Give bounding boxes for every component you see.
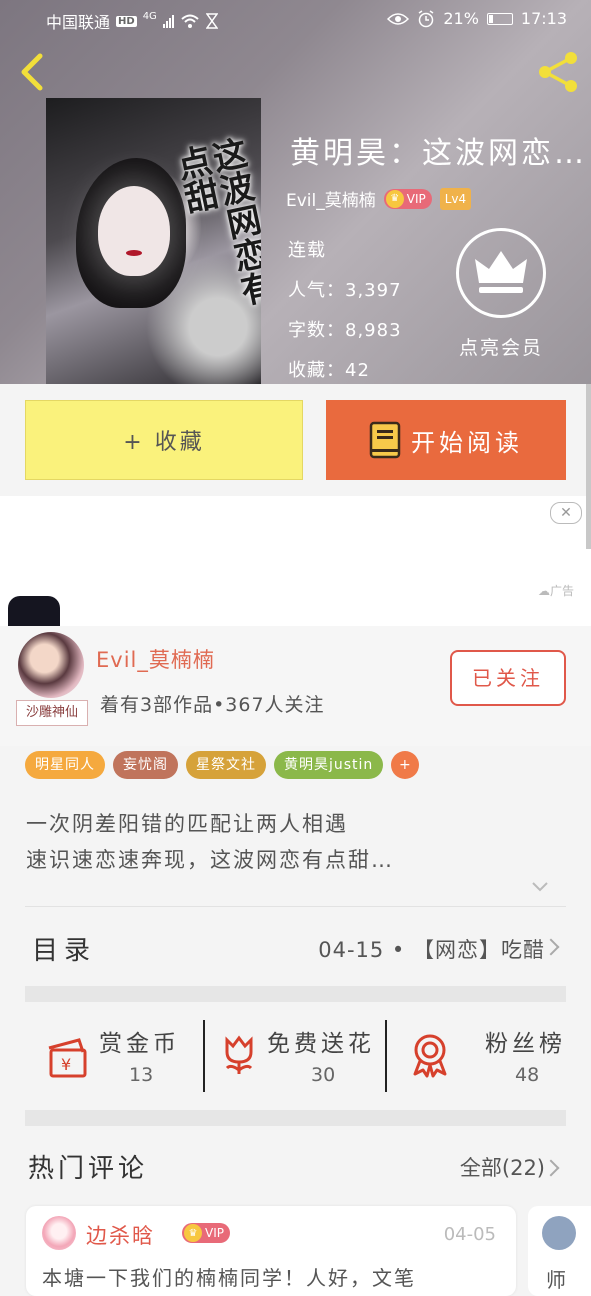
comment-card[interactable]: 边杀晗 ♛ VIP 04-05 本塘一下我们的楠楠同学！人好，文笔 (26, 1206, 516, 1296)
status-bar: 中国联通 HD 4G 21% 17:13 (0, 0, 591, 40)
stat-divider (203, 1020, 205, 1092)
chevron-right-icon (542, 1159, 560, 1177)
tag-list: 明星同人 妄忧阁 星祭文社 黄明昊justin + (25, 751, 420, 779)
author-card: 沙雕神仙 Evil_莫楠楠 着有3部作品•367人关注 已关注 (0, 626, 591, 746)
stat-label: 粉丝榜 (485, 1031, 566, 1057)
member-button[interactable] (456, 228, 546, 318)
book-icon (369, 421, 401, 459)
medal-icon (413, 1034, 447, 1078)
cover-figure-face (98, 186, 170, 276)
author-avatar-tag: 沙雕神仙 (16, 700, 88, 726)
commenter-name[interactable]: 边杀晗 (86, 1220, 155, 1250)
send-flowers-stat[interactable]: 免费送花 30 (207, 1018, 385, 1094)
toc-latest-chapter: 04-15 • 【网恋】吃醋 (318, 938, 545, 962)
stats-row: ¥ 赏金币 13 免费送花 30 粉丝榜 48 (25, 1018, 566, 1094)
vip-badge: ♛ VIP (383, 188, 432, 209)
scrollbar[interactable] (586, 384, 591, 549)
description-line: 速识速恋速奔现，这波网恋有点甜… (26, 848, 394, 872)
author-avatar[interactable] (18, 632, 84, 698)
toc-title: 目录 (32, 936, 97, 966)
tag-item[interactable]: 明星同人 (25, 751, 105, 779)
crown-icon: ♛ (385, 189, 404, 208)
section-separator (25, 986, 566, 1002)
alarm-icon (418, 9, 434, 27)
author-stats: 着有3部作品•367人关注 (100, 694, 325, 716)
chevron-right-icon (542, 938, 560, 956)
add-tag-button[interactable]: + (391, 751, 420, 779)
stat-label: 免费送花 (267, 1031, 375, 1057)
comment-text: 师 (546, 1268, 566, 1292)
divider (25, 906, 566, 907)
book-popularity: 人气：3,397 (288, 280, 402, 301)
battery-icon (486, 12, 513, 25)
stat-value: 30 (311, 1064, 336, 1086)
author-name[interactable]: Evil_莫楠楠 (286, 186, 376, 211)
description-line: 一次阴差阳错的匹配让两人相遇 (26, 812, 348, 836)
book-description: 一次阴差阳错的匹配让两人相遇 速识速恋速奔现，这波网恋有点甜… (26, 806, 566, 878)
book-word-count: 字数：8,983 (288, 320, 402, 341)
stat-value: 13 (129, 1064, 154, 1086)
back-button[interactable] (14, 52, 50, 92)
fan-ranking-stat[interactable]: 粉丝榜 48 (389, 1018, 566, 1094)
book-cover[interactable]: 这波网恋有点甜 (46, 98, 261, 384)
network-label: 4G (142, 10, 157, 22)
flower-icon (225, 1035, 253, 1074)
battery-percent: 21% (443, 9, 479, 28)
cover-figure-lips (126, 250, 142, 256)
comment-date: 04-05 (443, 1224, 496, 1245)
gift-card-icon: ¥ (48, 1038, 87, 1078)
ad-close-button[interactable]: ✕ (550, 502, 582, 524)
commenter-avatar[interactable] (542, 1216, 576, 1250)
book-status: 连载 (288, 240, 326, 261)
crown-icon: ♛ (184, 1224, 202, 1242)
wifi-icon (181, 14, 199, 28)
hd-badge: HD (116, 15, 137, 27)
book-favorites: 收藏：42 (288, 360, 370, 381)
carrier-label: 中国联通 (46, 13, 111, 32)
section-separator (25, 1110, 566, 1126)
svg-text:¥: ¥ (61, 1055, 71, 1074)
comment-card[interactable]: 师 (528, 1206, 591, 1296)
table-of-contents-row[interactable]: 目录 04-15 • 【网恋】吃醋 (0, 908, 591, 986)
tag-item[interactable]: 星祭文社 (186, 751, 266, 779)
member-label[interactable]: 点亮会员 (459, 333, 543, 360)
ad-label: ☁广告 (538, 584, 575, 598)
author-card-name[interactable]: Evil_莫楠楠 (96, 644, 215, 674)
tag-item[interactable]: 黄明昊justin (274, 751, 384, 779)
comment-text: 本塘一下我们的楠楠同学！人好，文笔 (42, 1266, 416, 1290)
stat-divider (385, 1020, 387, 1092)
ad-app-icon[interactable] (8, 596, 60, 626)
share-button[interactable] (537, 50, 581, 94)
crown-icon (475, 251, 527, 293)
clock: 17:13 (520, 9, 567, 28)
add-favorite-button[interactable]: + 收藏 (25, 400, 303, 480)
chevron-down-icon[interactable] (530, 876, 550, 896)
stat-value: 48 (515, 1064, 540, 1086)
hot-comments-title: 热门评论 (28, 1154, 149, 1184)
hourglass-icon (205, 13, 218, 29)
follow-button[interactable]: 已关注 (450, 650, 566, 706)
commenter-avatar[interactable] (42, 1216, 76, 1250)
signal-icon (162, 14, 174, 28)
start-reading-label: 开始阅读 (411, 428, 523, 457)
eye-icon (387, 12, 410, 25)
reward-coins-stat[interactable]: ¥ 赏金币 13 (25, 1018, 203, 1094)
book-header: 中国联通 HD 4G 21% 17:13 这波网恋有点甜 黄明昊：这波网恋… E… (0, 0, 591, 384)
vip-badge: ♛ VIP (182, 1223, 230, 1243)
author-line: Evil_莫楠楠 ♛ VIP Lv4 (286, 186, 472, 211)
tag-item[interactable]: 妄忧阁 (113, 751, 178, 779)
stat-label: 赏金币 (99, 1031, 180, 1057)
action-bar: + 收藏 开始阅读 (0, 384, 591, 496)
ad-banner[interactable]: ✕ ☁广告 (0, 496, 591, 626)
level-badge: Lv4 (439, 187, 472, 210)
start-reading-button[interactable]: 开始阅读 (326, 400, 566, 480)
book-title: 黄明昊：这波网恋… (290, 136, 587, 171)
all-comments-link[interactable]: 全部(22) (460, 1152, 545, 1182)
